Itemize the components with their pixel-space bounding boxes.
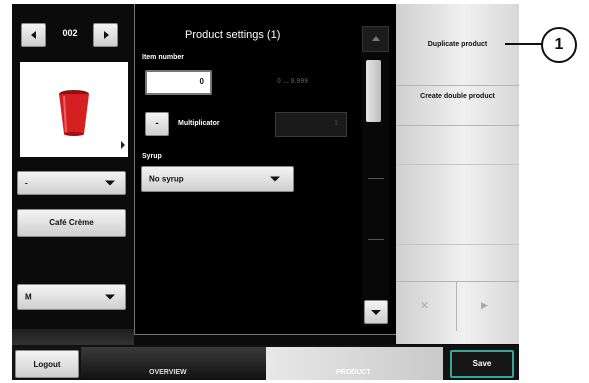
syrup-label: Syrup (142, 153, 162, 160)
scrollbar[interactable] (362, 26, 389, 326)
menu-divider (396, 164, 519, 165)
close-icon: ✕ (420, 300, 430, 312)
size-dropdown[interactable]: M (17, 284, 126, 310)
cup-icon (59, 90, 125, 149)
scroll-tick (368, 178, 384, 179)
menu-divider (396, 244, 519, 245)
right-menu: Duplicate product Create double product … (396, 4, 519, 344)
tab-product[interactable]: PRODUCT (266, 347, 443, 380)
machine-screen: 002 - Café Crème M Product settings (1) … (12, 4, 519, 380)
play-icon: ▶ (481, 300, 488, 310)
chevron-right-icon (104, 31, 109, 39)
callout-number: 1 (554, 36, 564, 53)
product-button[interactable]: Café Crème (17, 209, 126, 237)
next-product-button[interactable] (93, 23, 118, 47)
panel-title: Product settings (1) (185, 29, 281, 41)
scroll-thumb[interactable] (366, 60, 381, 122)
play-button[interactable]: ▶ (457, 281, 519, 331)
settings-panel: Product settings (1) Item number 0 0 ...… (134, 4, 397, 335)
bottom-bar: Logout OVERVIEW PRODUCT Save (12, 345, 519, 380)
dropdown-arrow-icon (105, 180, 115, 186)
scroll-tick (368, 239, 384, 240)
prev-product-button[interactable] (21, 23, 46, 47)
dropdown-arrow-icon (105, 294, 115, 300)
left-dropdown[interactable]: - (17, 171, 126, 195)
syrup-dropdown[interactable]: No syrup (141, 166, 294, 192)
menu-duplicate-product[interactable]: Duplicate product (396, 4, 519, 86)
chevron-left-icon (31, 31, 36, 39)
menu-create-double-product[interactable]: Create double product (396, 86, 519, 126)
multiplicator-input[interactable]: 1 (275, 112, 347, 137)
scroll-down-button[interactable] (364, 300, 388, 324)
callout-line (505, 43, 542, 45)
scroll-down-icon (371, 310, 381, 315)
callout-circle: 1 (541, 27, 577, 63)
item-number-label: Item number (142, 54, 185, 61)
item-number-input[interactable]: 0 (145, 70, 212, 95)
item-number-range: 0 ... 9.999 (277, 78, 309, 85)
tab-overview[interactable]: OVERVIEW (81, 347, 266, 380)
product-number: 002 (62, 28, 78, 38)
save-button[interactable]: Save (450, 350, 514, 378)
left-bottom-strip (12, 329, 134, 345)
product-image-tile[interactable] (20, 62, 128, 157)
logout-button[interactable]: Logout (15, 350, 79, 378)
multiplicator-minus-button[interactable]: - (145, 112, 169, 136)
multiplicator-label: Multiplicator (178, 120, 220, 127)
dropdown-arrow-icon (270, 176, 280, 182)
close-button[interactable]: ✕ (396, 281, 457, 331)
scroll-up-icon (372, 36, 380, 41)
scroll-up-button[interactable] (362, 26, 389, 52)
